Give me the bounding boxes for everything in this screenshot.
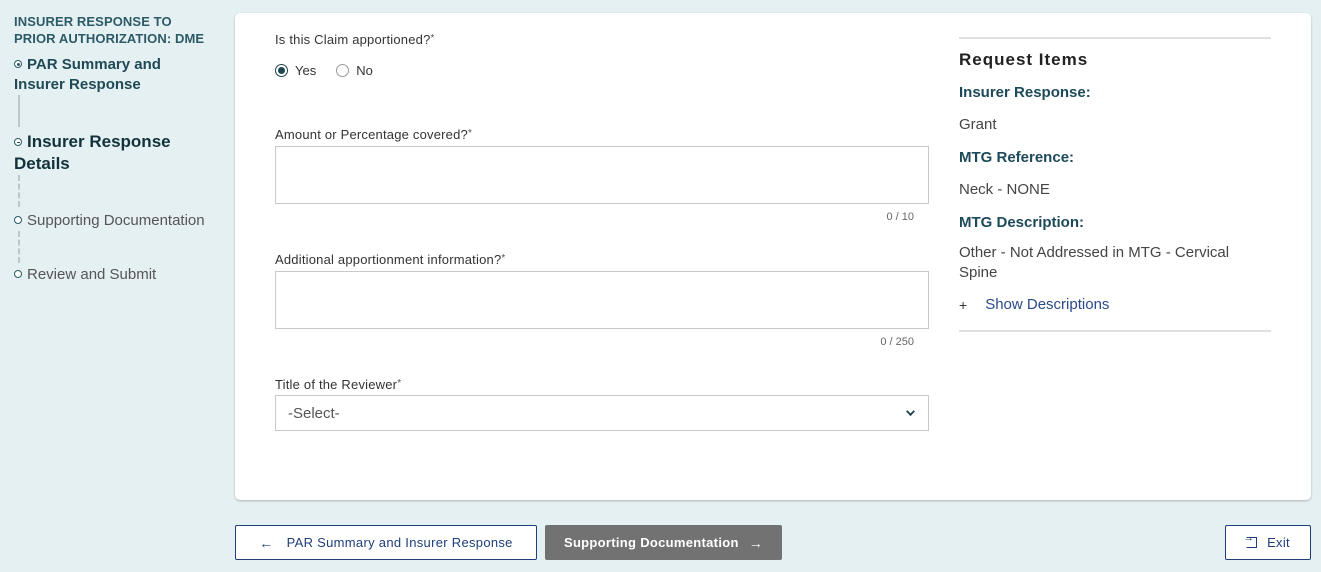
reviewer-title-label: Title of the Reviewer (275, 377, 398, 392)
arrow-right-icon: → (748, 534, 764, 551)
additional-info-char-counter: 0 / 250 (880, 336, 914, 348)
form-card: Is this Claim apportioned?* Yes No Amoun… (235, 13, 1311, 500)
step-pending-icon (14, 270, 22, 278)
insurer-response-label: Insurer Response: (959, 84, 1091, 101)
reviewer-title-field: Title of the Reviewer* -Select- (275, 377, 929, 431)
mtg-description-value: Other - Not Addressed in MTG - Cervical … (959, 244, 1230, 281)
radio-unchecked-icon[interactable] (336, 64, 350, 77)
chevron-down-icon (906, 407, 915, 416)
amount-char-counter: 0 / 10 (886, 211, 914, 223)
radio-yes[interactable]: Yes (275, 63, 316, 78)
required-mark: * (467, 128, 473, 139)
step-pending-icon (14, 216, 22, 224)
show-descriptions-link[interactable]: + Show Descriptions (959, 296, 1271, 313)
step-insurer-response-details: Insurer Response Details (14, 131, 214, 175)
progress-sidebar: INSURER RESPONSE TO PRIOR AUTHORIZATION:… (14, 13, 214, 285)
reviewer-title-selected: -Select- (288, 404, 340, 422)
radio-no[interactable]: No (336, 63, 373, 78)
step-connector (18, 231, 20, 263)
required-mark: * (397, 378, 402, 389)
step-label: Supporting Documentation (27, 212, 205, 229)
step-supporting-documentation: Supporting Documentation (14, 211, 214, 231)
arrow-left-icon: ← (259, 534, 274, 551)
radio-checked-icon[interactable] (275, 64, 288, 77)
show-descriptions-label[interactable]: Show Descriptions (985, 296, 1109, 313)
plus-icon: + (959, 296, 968, 313)
request-items-panel: Request Items Insurer Response: Grant MT… (959, 37, 1271, 332)
sidebar-title: INSURER RESPONSE TO PRIOR AUTHORIZATION:… (14, 14, 205, 46)
apportioned-label: Is this Claim apportioned? (275, 32, 431, 47)
amount-input[interactable] (275, 146, 929, 204)
step-connector (18, 95, 20, 127)
step-label: PAR Summary and Insurer Response (14, 56, 161, 93)
apportionment-form: Is this Claim apportioned?* Yes No Amoun… (275, 13, 929, 431)
mtg-description-label: MTG Description: (959, 214, 1085, 231)
reviewer-title-select[interactable]: -Select- (275, 395, 929, 431)
next-button[interactable]: Supporting Documentation → (545, 525, 782, 560)
step-current-icon (14, 138, 22, 146)
step-review-and-submit: Review and Submit (14, 265, 214, 285)
amount-label: Amount or Percentage covered? (275, 127, 468, 142)
request-items-title: Request Items (959, 50, 1089, 69)
radio-yes-label: Yes (295, 63, 317, 78)
back-button[interactable]: ← PAR Summary and Insurer Response (235, 525, 537, 560)
required-mark: * (430, 33, 435, 44)
step-connector (18, 175, 20, 207)
radio-no-label: No (356, 63, 373, 78)
amount-field: Amount or Percentage covered?* 0 / 10 (275, 127, 929, 223)
mtg-reference-value: Neck - NONE (959, 181, 1050, 198)
apportioned-radio-group: Yes No (275, 63, 929, 78)
divider (959, 330, 1271, 332)
step-complete-icon (14, 60, 22, 68)
back-button-label: PAR Summary and Insurer Response (286, 535, 513, 550)
exit-button[interactable]: Exit (1225, 525, 1311, 560)
required-mark: * (501, 253, 506, 264)
additional-info-label: Additional apportionment information? (275, 252, 502, 267)
exit-button-label: Exit (1267, 535, 1290, 550)
mtg-reference-label: MTG Reference: (959, 149, 1075, 166)
step-label: Review and Submit (27, 266, 157, 283)
insurer-response-value: Grant (959, 116, 997, 133)
apportioned-field: Is this Claim apportioned?* Yes No (275, 32, 929, 78)
next-button-label: Supporting Documentation (563, 535, 739, 550)
step-label: Insurer Response Details (14, 132, 171, 173)
additional-info-field: Additional apportionment information?* 0… (275, 252, 929, 348)
additional-info-input[interactable] (275, 271, 929, 329)
divider (959, 37, 1271, 39)
exit-icon (1243, 532, 1258, 548)
step-par-summary[interactable]: PAR Summary and Insurer Response (14, 55, 214, 95)
